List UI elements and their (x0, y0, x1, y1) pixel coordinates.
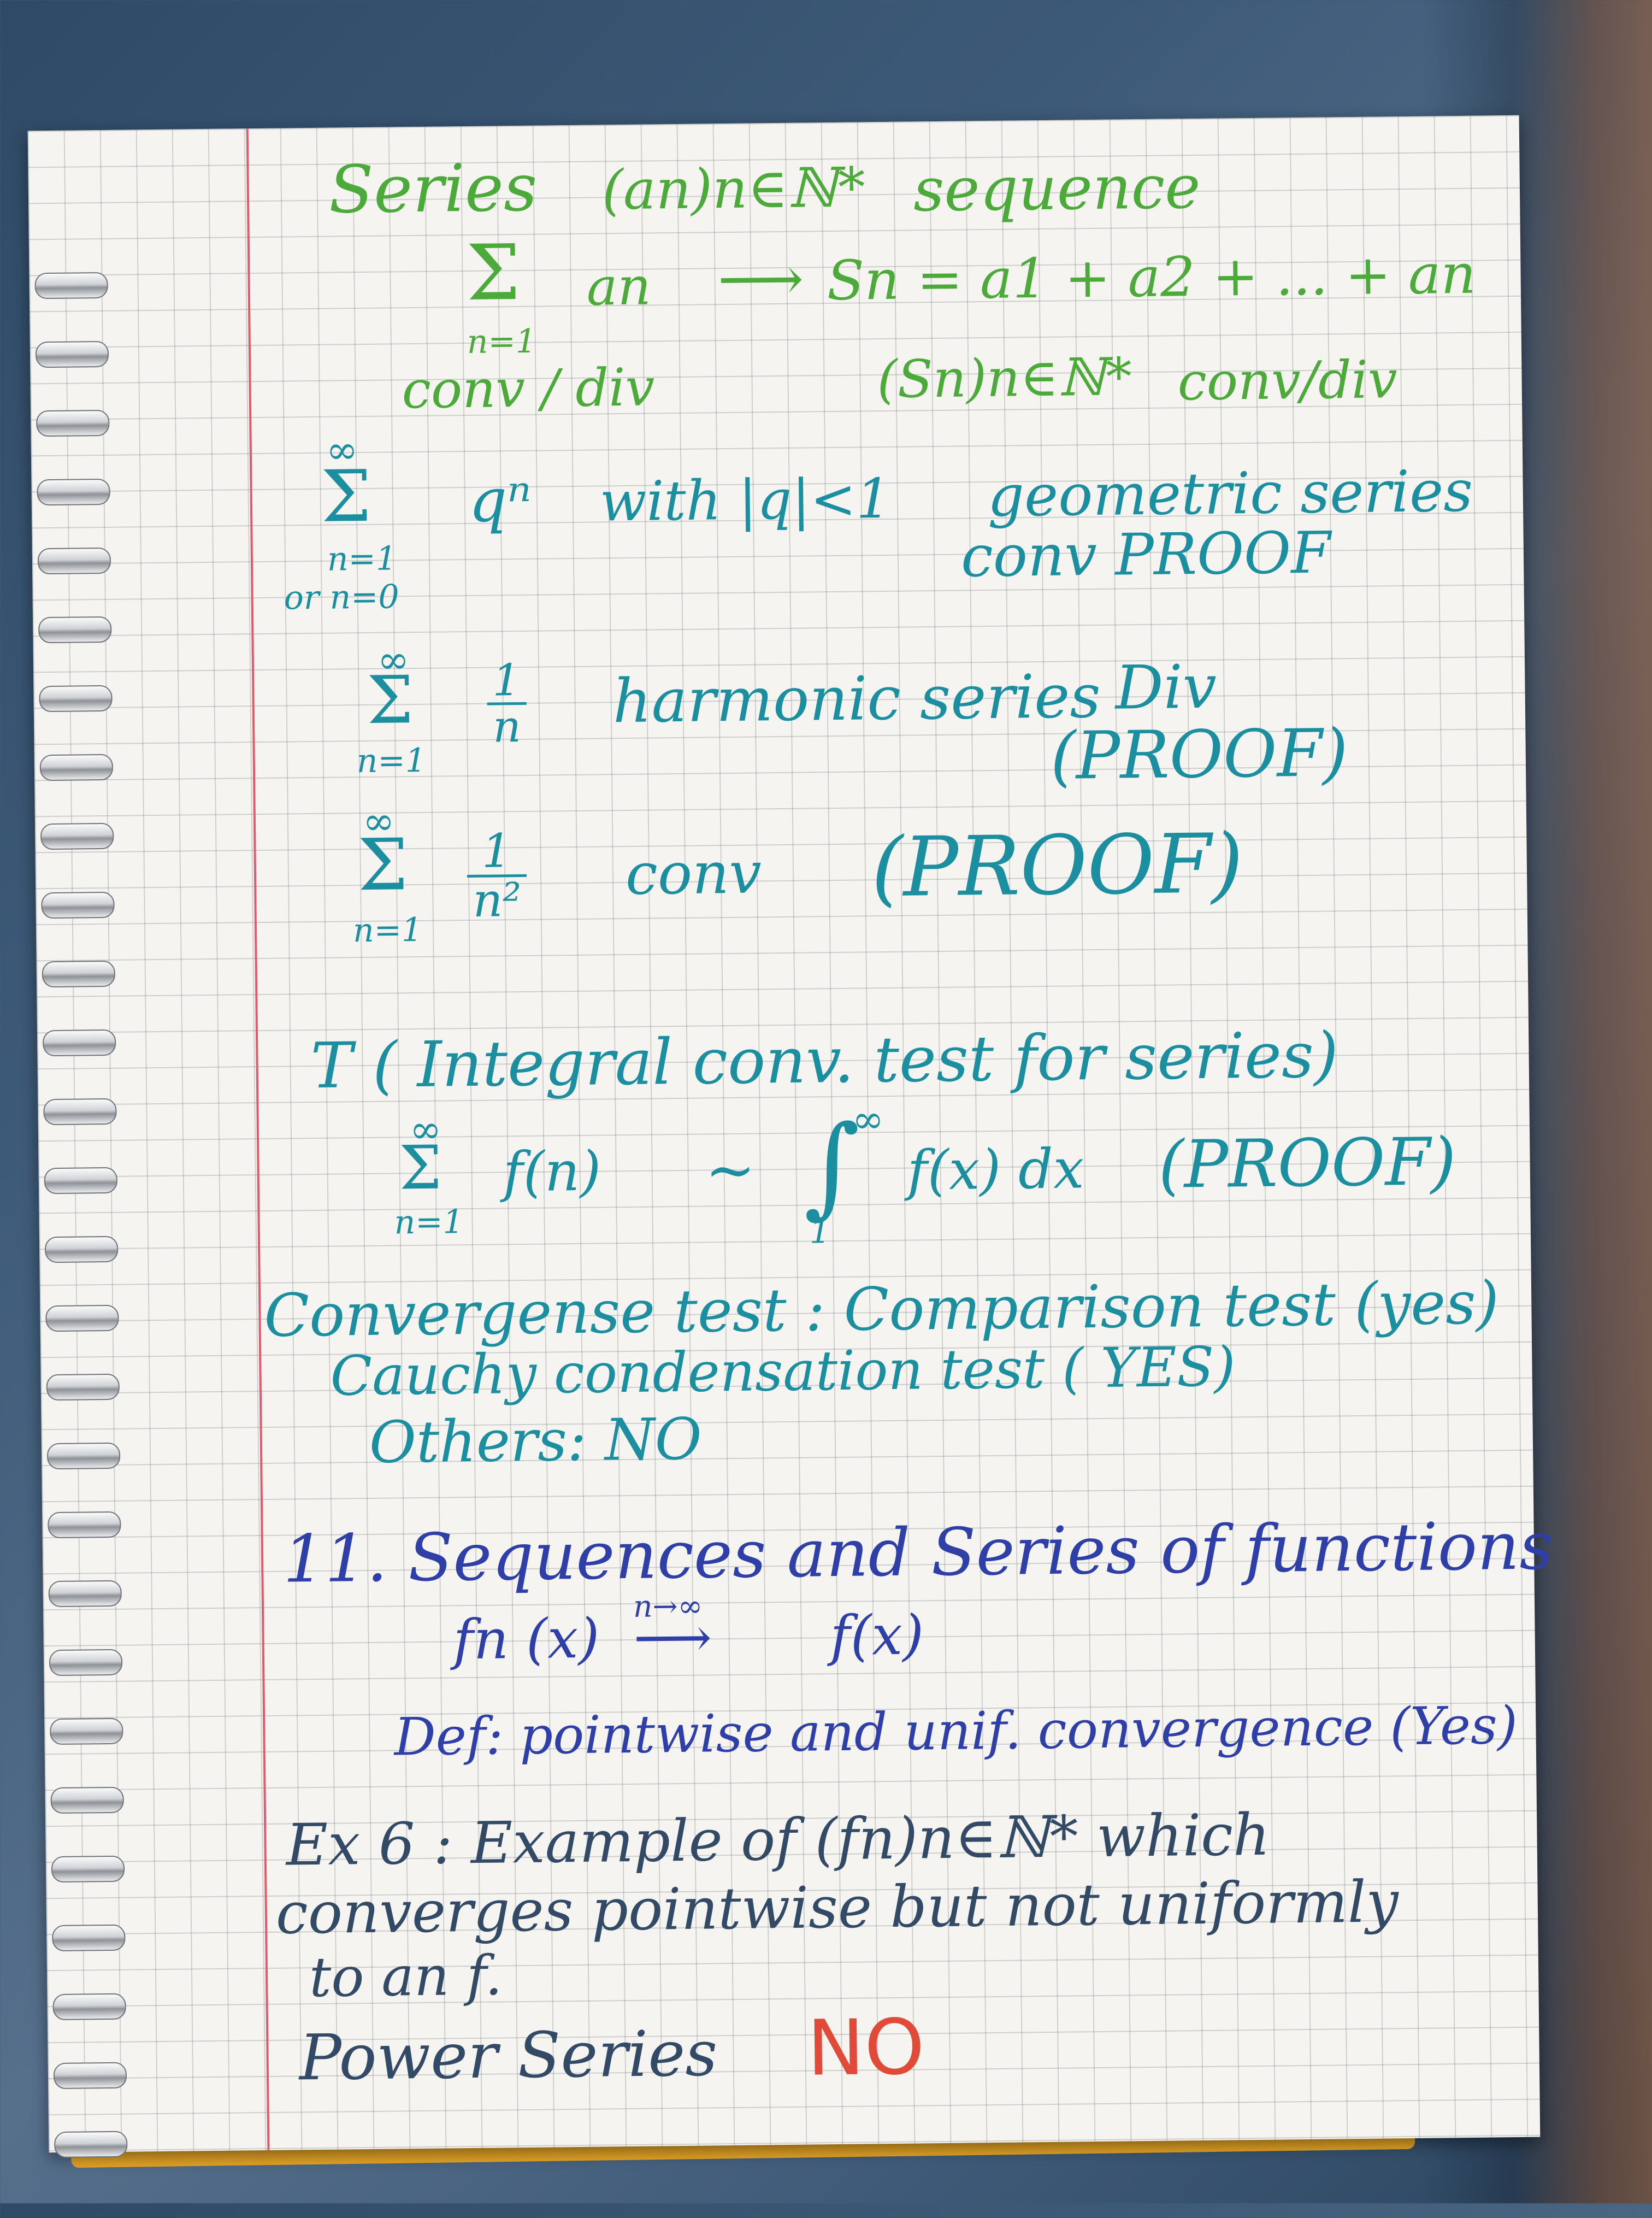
geo-label: geometric series (987, 457, 1473, 530)
harm-denominator: n (492, 701, 522, 752)
spiral-ring (52, 1993, 126, 2021)
sum-term: an (586, 256, 652, 317)
spiral-binding (29, 272, 128, 2218)
spiral-ring (39, 685, 113, 713)
geo-sum-lower-alt: or n=0 (284, 578, 400, 617)
inv2-numerator: 1 (467, 824, 527, 879)
spiral-ring (48, 1511, 121, 1539)
conv-div-label: conv / div (402, 357, 655, 421)
spiral-ring (54, 2131, 128, 2158)
power-series-no: NO (806, 2003, 925, 2093)
margin-line (246, 128, 270, 2151)
series-heading: Series (328, 150, 538, 228)
fn-of-x: fn (x) (453, 1606, 600, 1672)
harm-fraction: 1 n (486, 655, 527, 752)
spiral-ring (48, 1580, 122, 1608)
asymptotic-sign: ∼ (705, 1134, 756, 1205)
partial-sum-sequence: (Sn)n∈ℕ* (876, 347, 1132, 410)
sequence-label: sequence (913, 151, 1201, 225)
sum-sigma: Σ (465, 228, 521, 318)
sum-lower-index: n=1 (467, 322, 537, 361)
spiral-ring (35, 340, 109, 368)
integral-proof: (PROOF) (1158, 1124, 1457, 1203)
harm-div: Div (1114, 651, 1217, 723)
power-series-label: Power Series (298, 2017, 718, 2095)
spiral-ring (42, 1029, 116, 1057)
maps-to-arrow: ⟶ (717, 243, 804, 315)
spiral-ring (49, 1649, 123, 1676)
spiral-ring (38, 616, 112, 644)
geo-sum-lower: n=1 (327, 539, 397, 579)
geo-sum-sigma: Σ (320, 454, 372, 538)
spiral-ring (50, 1717, 123, 1745)
spiral-ring (44, 1167, 118, 1195)
example-6-line-3: to an f. (309, 1943, 503, 2010)
spiral-ring (40, 822, 114, 850)
geo-proof: conv PROOF (960, 519, 1331, 590)
spiral-ring (50, 1786, 124, 1814)
sequence-notation: (an)n∈ℕ* (601, 155, 866, 222)
inv2-proof: (PROOF) (871, 816, 1244, 916)
cauchy-condensation-line: Cauchy condensation test ( YES) (329, 1334, 1236, 1408)
inv2-sum-sigma: Σ (357, 823, 409, 907)
harm-sum-lower: n=1 (356, 741, 427, 781)
spiral-ring (45, 1304, 119, 1332)
spiral-ring (42, 960, 116, 988)
spiral-ring (34, 272, 108, 299)
inv2-sum-lower: n=1 (352, 910, 423, 950)
integral-lower: 1 (809, 1213, 831, 1251)
spiral-ring (52, 1924, 126, 1952)
others-line: Others: NO (369, 1405, 703, 1476)
spiral-ring (46, 1442, 121, 1470)
geo-term: qⁿ (468, 464, 532, 536)
harm-sum-sigma: Σ (366, 662, 414, 739)
spiral-ring (46, 1373, 120, 1401)
spiral-ring (44, 1236, 119, 1263)
spiral-ring (41, 891, 115, 919)
convergence-tests-line: Convergense test : Comparison test (yes) (263, 1269, 1500, 1350)
spiral-ring (43, 1098, 117, 1126)
spiral-ring (36, 409, 110, 437)
inv2-denominator: n² (472, 873, 522, 928)
harm-numerator: 1 (486, 655, 527, 706)
integral-test-title: T ( Integral conv. test for series) (310, 1019, 1339, 1103)
inv2-conv: conv (625, 839, 762, 908)
example-6-line-2: converges pointwise but not uniformly (275, 1868, 1399, 1947)
harm-proof: (PROOF) (1050, 715, 1349, 795)
integral-fx: f(x) dx (907, 1137, 1084, 1203)
notebook-page: Series (an)n∈ℕ* sequence Σ n=1 an ⟶ Sn =… (27, 115, 1553, 2158)
spiral-ring (51, 1855, 125, 1883)
integral-sum-sigma: Σ (398, 1132, 442, 1203)
spiral-ring (39, 754, 114, 781)
inv2-fraction: 1 n² (467, 824, 527, 928)
spiral-ring (53, 2062, 127, 2090)
limit-arrow: ⟶ (633, 1605, 712, 1670)
f-of-x: f(x) (830, 1603, 924, 1668)
section-11-title: 11. Sequences and Series of functions (282, 1508, 1554, 1598)
spiral-ring (37, 547, 111, 575)
harm-label: harmonic series (612, 661, 1101, 737)
spiral-ring (37, 478, 110, 506)
partial-sum: Sn = a1 + a2 + ... + an (827, 242, 1477, 313)
integral-upper: ∞ (852, 1097, 884, 1142)
conv-div-label-2: conv/div (1177, 350, 1398, 413)
definition-line: Def: pointwise and unif. convergence (Ye… (393, 1696, 1518, 1768)
integral-fn: f(n) (503, 1139, 601, 1204)
geo-condition: with |q|<1 (599, 466, 892, 534)
example-6-line: Ex 6 : Example of (fn)n∈ℕ* which (285, 1801, 1271, 1879)
integral-sum-lower: n=1 (394, 1203, 464, 1242)
